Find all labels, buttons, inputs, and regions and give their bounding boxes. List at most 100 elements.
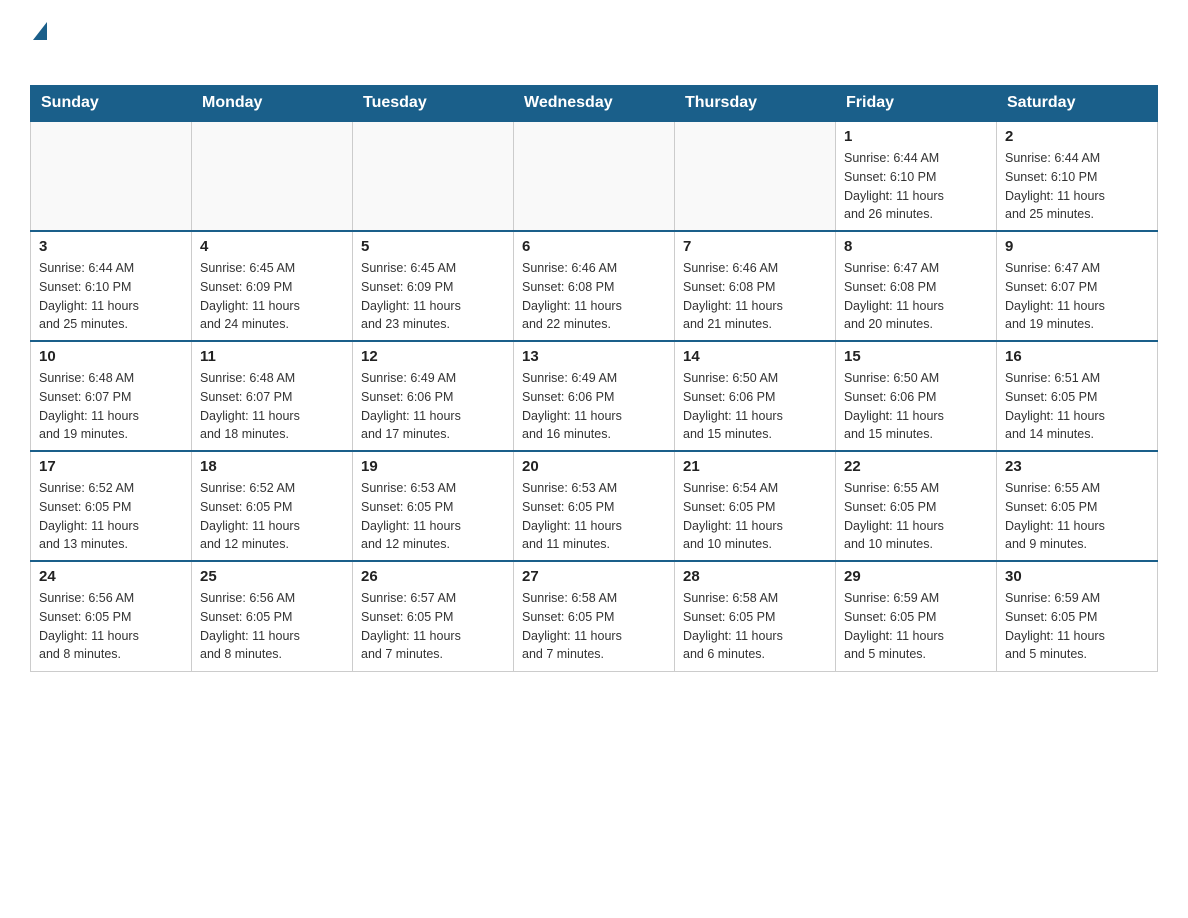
weekday-header-tuesday: Tuesday — [353, 86, 514, 122]
weekday-header-sunday: Sunday — [31, 86, 192, 122]
calendar-cell: 14 Sunrise: 6:50 AM Sunset: 6:06 PM Dayli… — [675, 341, 836, 451]
calendar-cell: 20 Sunrise: 6:53 AM Sunset: 6:05 PM Dayli… — [514, 451, 675, 561]
day-info: Sunrise: 6:46 AM Sunset: 6:08 PM Dayligh… — [522, 259, 666, 334]
calendar-cell: 17 Sunrise: 6:52 AM Sunset: 6:05 PM Dayli… — [31, 451, 192, 561]
week-row-3: 10 Sunrise: 6:48 AM Sunset: 6:07 PM Dayli… — [31, 341, 1158, 451]
day-info: Sunrise: 6:53 AM Sunset: 6:05 PM Dayligh… — [361, 479, 505, 554]
day-info: Sunrise: 6:57 AM Sunset: 6:05 PM Dayligh… — [361, 589, 505, 664]
calendar-cell — [675, 121, 836, 231]
day-info: Sunrise: 6:52 AM Sunset: 6:05 PM Dayligh… — [39, 479, 183, 554]
day-number: 12 — [361, 348, 505, 365]
day-number: 27 — [522, 568, 666, 585]
day-number: 21 — [683, 458, 827, 475]
week-row-1: 1 Sunrise: 6:44 AM Sunset: 6:10 PM Daylig… — [31, 121, 1158, 231]
logo-triangle-icon — [33, 22, 47, 45]
day-info: Sunrise: 6:56 AM Sunset: 6:05 PM Dayligh… — [200, 589, 344, 664]
day-number: 28 — [683, 568, 827, 585]
weekday-header-wednesday: Wednesday — [514, 86, 675, 122]
calendar-cell: 6 Sunrise: 6:46 AM Sunset: 6:08 PM Daylig… — [514, 231, 675, 341]
weekday-header-saturday: Saturday — [997, 86, 1158, 122]
calendar-cell: 10 Sunrise: 6:48 AM Sunset: 6:07 PM Dayli… — [31, 341, 192, 451]
calendar-cell: 5 Sunrise: 6:45 AM Sunset: 6:09 PM Daylig… — [353, 231, 514, 341]
day-info: Sunrise: 6:56 AM Sunset: 6:05 PM Dayligh… — [39, 589, 183, 664]
calendar-cell: 23Sunrise: 6:55 AM Sunset: 6:05 PM Dayli… — [997, 451, 1158, 561]
weekday-header-thursday: Thursday — [675, 86, 836, 122]
calendar-cell: 2 Sunrise: 6:44 AM Sunset: 6:10 PM Daylig… — [997, 121, 1158, 231]
day-number: 26 — [361, 568, 505, 585]
calendar-cell: 15Sunrise: 6:50 AM Sunset: 6:06 PM Dayli… — [836, 341, 997, 451]
calendar-cell: 11Sunrise: 6:48 AM Sunset: 6:07 PM Dayli… — [192, 341, 353, 451]
day-number: 5 — [361, 238, 505, 255]
calendar-cell: 21 Sunrise: 6:54 AM Sunset: 6:05 PM Dayli… — [675, 451, 836, 561]
day-number: 14 — [683, 348, 827, 365]
day-number: 20 — [522, 458, 666, 475]
day-number: 2 — [1005, 128, 1149, 145]
day-number: 7 — [683, 238, 827, 255]
day-number: 24 — [39, 568, 183, 585]
calendar-cell: 19 Sunrise: 6:53 AM Sunset: 6:05 PM Dayli… — [353, 451, 514, 561]
calendar-cell: 18Sunrise: 6:52 AM Sunset: 6:05 PM Dayli… — [192, 451, 353, 561]
week-row-4: 17 Sunrise: 6:52 AM Sunset: 6:05 PM Dayli… — [31, 451, 1158, 561]
calendar-cell: 28 Sunrise: 6:58 AM Sunset: 6:05 PM Dayli… — [675, 561, 836, 671]
calendar-cell: 24 Sunrise: 6:56 AM Sunset: 6:05 PM Dayli… — [31, 561, 192, 671]
calendar-table: SundayMondayTuesdayWednesdayThursdayFrid… — [30, 85, 1158, 672]
day-info: Sunrise: 6:53 AM Sunset: 6:05 PM Dayligh… — [522, 479, 666, 554]
day-number: 25 — [200, 568, 344, 585]
day-info: Sunrise: 6:55 AM Sunset: 6:05 PM Dayligh… — [844, 479, 988, 554]
day-info: Sunrise: 6:59 AM Sunset: 6:05 PM Dayligh… — [1005, 589, 1149, 664]
weekday-header-friday: Friday — [836, 86, 997, 122]
calendar-cell: 30 Sunrise: 6:59 AM Sunset: 6:05 PM Dayli… — [997, 561, 1158, 671]
day-number: 8 — [844, 238, 988, 255]
calendar-cell: 29Sunrise: 6:59 AM Sunset: 6:05 PM Dayli… — [836, 561, 997, 671]
day-info: Sunrise: 6:50 AM Sunset: 6:06 PM Dayligh… — [683, 369, 827, 444]
weekday-header-monday: Monday — [192, 86, 353, 122]
day-info: Sunrise: 6:48 AM Sunset: 6:07 PM Dayligh… — [200, 369, 344, 444]
calendar-cell: 25 Sunrise: 6:56 AM Sunset: 6:05 PM Dayli… — [192, 561, 353, 671]
day-info: Sunrise: 6:44 AM Sunset: 6:10 PM Dayligh… — [1005, 149, 1149, 224]
day-info: Sunrise: 6:51 AM Sunset: 6:05 PM Dayligh… — [1005, 369, 1149, 444]
page-header — [30, 20, 1158, 73]
day-number: 10 — [39, 348, 183, 365]
calendar-cell: 1 Sunrise: 6:44 AM Sunset: 6:10 PM Daylig… — [836, 121, 997, 231]
calendar-cell — [353, 121, 514, 231]
day-info: Sunrise: 6:44 AM Sunset: 6:10 PM Dayligh… — [39, 259, 183, 334]
day-number: 13 — [522, 348, 666, 365]
day-info: Sunrise: 6:45 AM Sunset: 6:09 PM Dayligh… — [361, 259, 505, 334]
calendar-cell: 16 Sunrise: 6:51 AM Sunset: 6:05 PM Dayli… — [997, 341, 1158, 451]
day-number: 3 — [39, 238, 183, 255]
calendar-cell: 7 Sunrise: 6:46 AM Sunset: 6:08 PM Daylig… — [675, 231, 836, 341]
day-info: Sunrise: 6:49 AM Sunset: 6:06 PM Dayligh… — [361, 369, 505, 444]
day-number: 22 — [844, 458, 988, 475]
day-number: 17 — [39, 458, 183, 475]
calendar-cell — [514, 121, 675, 231]
day-info: Sunrise: 6:45 AM Sunset: 6:09 PM Dayligh… — [200, 259, 344, 334]
day-number: 6 — [522, 238, 666, 255]
day-number: 16 — [1005, 348, 1149, 365]
day-number: 15 — [844, 348, 988, 365]
calendar-cell — [192, 121, 353, 231]
day-info: Sunrise: 6:58 AM Sunset: 6:05 PM Dayligh… — [683, 589, 827, 664]
day-info: Sunrise: 6:47 AM Sunset: 6:07 PM Dayligh… — [1005, 259, 1149, 334]
week-row-2: 3 Sunrise: 6:44 AM Sunset: 6:10 PM Daylig… — [31, 231, 1158, 341]
calendar-cell: 4 Sunrise: 6:45 AM Sunset: 6:09 PM Daylig… — [192, 231, 353, 341]
day-info: Sunrise: 6:54 AM Sunset: 6:05 PM Dayligh… — [683, 479, 827, 554]
day-info: Sunrise: 6:46 AM Sunset: 6:08 PM Dayligh… — [683, 259, 827, 334]
calendar-cell: 26 Sunrise: 6:57 AM Sunset: 6:05 PM Dayli… — [353, 561, 514, 671]
day-number: 29 — [844, 568, 988, 585]
calendar-cell: 9Sunrise: 6:47 AM Sunset: 6:07 PM Daylig… — [997, 231, 1158, 341]
day-info: Sunrise: 6:47 AM Sunset: 6:08 PM Dayligh… — [844, 259, 988, 334]
day-number: 30 — [1005, 568, 1149, 585]
week-row-5: 24 Sunrise: 6:56 AM Sunset: 6:05 PM Dayli… — [31, 561, 1158, 671]
day-number: 4 — [200, 238, 344, 255]
day-info: Sunrise: 6:48 AM Sunset: 6:07 PM Dayligh… — [39, 369, 183, 444]
calendar-cell: 3 Sunrise: 6:44 AM Sunset: 6:10 PM Daylig… — [31, 231, 192, 341]
day-number: 23 — [1005, 458, 1149, 475]
day-number: 1 — [844, 128, 988, 145]
day-number: 19 — [361, 458, 505, 475]
calendar-cell: 12 Sunrise: 6:49 AM Sunset: 6:06 PM Dayli… — [353, 341, 514, 451]
day-info: Sunrise: 6:44 AM Sunset: 6:10 PM Dayligh… — [844, 149, 988, 224]
day-info: Sunrise: 6:58 AM Sunset: 6:05 PM Dayligh… — [522, 589, 666, 664]
calendar-cell: 22 Sunrise: 6:55 AM Sunset: 6:05 PM Dayli… — [836, 451, 997, 561]
calendar-cell: 27 Sunrise: 6:58 AM Sunset: 6:05 PM Dayli… — [514, 561, 675, 671]
calendar-cell: 13Sunrise: 6:49 AM Sunset: 6:06 PM Dayli… — [514, 341, 675, 451]
